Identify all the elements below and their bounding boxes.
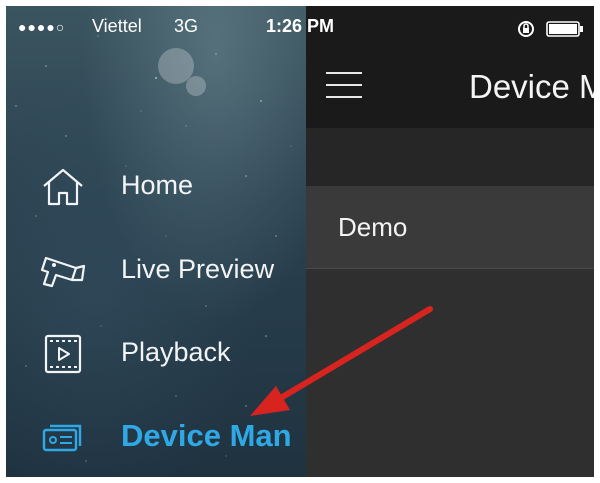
- sidebar-item-live-preview[interactable]: Live Preview: [6, 240, 306, 300]
- device-list-item[interactable]: Demo: [306, 186, 594, 269]
- sidebar-item-label: Device Man: [121, 418, 292, 453]
- status-bar: ●●●●○ Viettel 3G 1:26 PM: [6, 6, 594, 52]
- app-screenshot: Home Live Preview Playback Device Man De…: [6, 6, 594, 477]
- home-icon: [43, 168, 83, 206]
- network-type: 3G: [174, 16, 199, 36]
- battery-icon: [546, 21, 583, 37]
- camera-icon: [40, 256, 86, 288]
- sidebar-item-label: Live Preview: [121, 254, 275, 284]
- sidebar-item-device-manager[interactable]: Device Man: [6, 406, 306, 466]
- signal-strength: ●●●●○: [18, 19, 66, 35]
- device-list-empty-area: [306, 269, 594, 477]
- sidebar-drawer: Home Live Preview Playback Device Man: [6, 6, 306, 477]
- rotation-lock-icon: [518, 21, 534, 37]
- section-spacer: [306, 128, 594, 186]
- sidebar-item-label: Home: [121, 170, 194, 200]
- page-title: Device M: [469, 68, 594, 105]
- carrier-name: Viettel: [92, 16, 142, 36]
- device-icon: [42, 424, 82, 452]
- sidebar-item-label: Playback: [121, 337, 231, 367]
- sidebar-item-home[interactable]: Home: [6, 156, 306, 216]
- menu-icon[interactable]: [326, 70, 364, 102]
- playback-icon: [44, 334, 82, 374]
- sidebar-item-playback[interactable]: Playback: [6, 323, 306, 383]
- main-panel: Device M Demo: [306, 6, 594, 477]
- device-name: Demo: [338, 212, 408, 242]
- status-time: 1:26 PM: [266, 16, 335, 36]
